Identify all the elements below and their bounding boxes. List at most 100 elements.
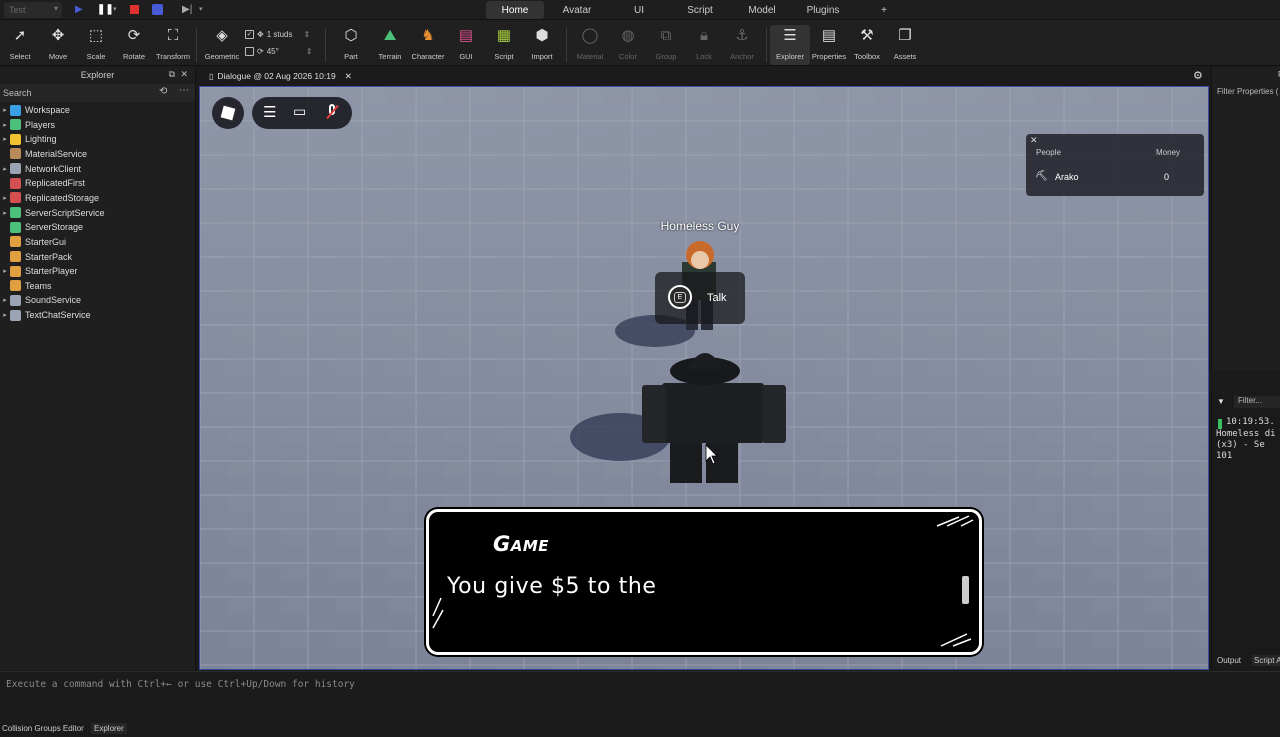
tree-item-starterplayer[interactable]: ▸ StarterPlayer bbox=[0, 264, 196, 278]
dropdown-icon[interactable]: ▾ bbox=[199, 4, 203, 16]
tree-item-startergui[interactable]: StarterGui bbox=[0, 235, 196, 249]
tree-item-lighting[interactable]: ▸ Lighting bbox=[0, 132, 196, 146]
prompt-action-label: Talk bbox=[707, 292, 727, 304]
tree-item-serverscriptservice[interactable]: ▸ ServerScriptService bbox=[0, 206, 196, 220]
pause-icon[interactable]: ❚❚ bbox=[97, 4, 114, 16]
lock-button[interactable]: 🔒︎ Lock bbox=[684, 25, 724, 65]
command-input[interactable] bbox=[6, 677, 606, 691]
color-button[interactable]: ◍ Color bbox=[608, 25, 648, 65]
chat-icon[interactable]: ▭ bbox=[293, 103, 306, 120]
tab-ui[interactable]: UI bbox=[624, 1, 654, 19]
tree-item-soundservice[interactable]: ▸ SoundService bbox=[0, 293, 196, 307]
filter-properties-input[interactable]: Filter Properties ( bbox=[1217, 87, 1278, 96]
tree-item-label: ServerScriptService bbox=[25, 207, 105, 218]
stop-icon[interactable] bbox=[130, 5, 139, 14]
toolbox-button[interactable]: ⚒ Toolbox bbox=[847, 25, 887, 65]
popout-icon[interactable]: ⧉ bbox=[169, 69, 175, 80]
tab-avatar[interactable]: Avatar bbox=[553, 1, 601, 19]
dropdown-icon[interactable]: ▾ bbox=[113, 4, 117, 16]
filter-icon[interactable]: ▼ bbox=[1217, 397, 1225, 406]
expand-arrow-icon[interactable]: ▸ bbox=[0, 165, 10, 173]
play-icon[interactable]: ▶ bbox=[75, 4, 83, 16]
character-button[interactable]: ♞ Character bbox=[408, 25, 448, 65]
part-button[interactable]: ⬡ Part bbox=[331, 25, 371, 65]
group-button[interactable]: ⧉ Group bbox=[646, 25, 686, 65]
script-button[interactable]: ▦ Script bbox=[484, 25, 524, 65]
proximity-prompt[interactable]: E Talk bbox=[655, 272, 745, 324]
tab-model[interactable]: Model bbox=[742, 1, 782, 19]
game-viewport[interactable]: ☰ ▭ ✕ People Money ⛏ Arako 0 Homeless Gu… bbox=[199, 86, 1209, 670]
tab-plugins[interactable]: Plugins bbox=[803, 1, 843, 19]
tab-explorer[interactable]: Explorer bbox=[91, 723, 127, 734]
output-filter-input[interactable]: Filter... bbox=[1234, 396, 1280, 408]
tree-item-replicatedstorage[interactable]: ▸ ReplicatedStorage bbox=[0, 191, 196, 205]
rotate-icon: ⟳ bbox=[127, 27, 141, 44]
tree-item-label: TextChatService bbox=[25, 310, 91, 321]
explorer-button[interactable]: ☰ Explorer bbox=[770, 25, 810, 65]
tree-item-starterpack[interactable]: StarterPack bbox=[0, 250, 196, 264]
transform-tool-button[interactable]: ⛶ Transform bbox=[153, 25, 193, 65]
properties-button[interactable]: ▤ Properties bbox=[809, 25, 849, 65]
tree-item-teams[interactable]: Teams bbox=[0, 279, 196, 293]
add-tab-button[interactable]: + bbox=[876, 1, 892, 19]
more-icon[interactable]: ⋯ bbox=[179, 85, 189, 96]
gui-button[interactable]: ▤ GUI bbox=[446, 25, 486, 65]
stepper-icon[interactable]: ⇕ bbox=[306, 47, 313, 56]
hamburger-menu-icon[interactable]: ☰ bbox=[263, 103, 276, 121]
title-bar: Test ▶ ❚❚ ▾ ▶| ▾ Home Avatar UI Script M… bbox=[0, 0, 1280, 20]
tree-item-textchatservice[interactable]: ▸ TextChatService bbox=[0, 308, 196, 322]
scale-tool-button[interactable]: ⬚ Scale bbox=[76, 25, 116, 65]
close-icon[interactable]: ✕ bbox=[345, 71, 352, 82]
assets-button[interactable]: ❐ Assets bbox=[885, 25, 925, 65]
material-button[interactable]: ◯ Material bbox=[570, 25, 610, 65]
gear-icon[interactable]: ⚙ bbox=[1193, 69, 1203, 82]
expand-arrow-icon[interactable]: ▸ bbox=[0, 267, 10, 275]
tab-output[interactable]: Output bbox=[1217, 656, 1241, 665]
import-button[interactable]: ⬢ Import bbox=[522, 25, 562, 65]
history-icon[interactable]: ⟲ bbox=[159, 86, 167, 97]
cube-icon: ⬡ bbox=[344, 27, 358, 44]
document-tab[interactable]: ▯ Dialogue @ 02 Aug 2026 10:19 ✕ bbox=[207, 68, 354, 84]
snap-move-toggle[interactable]: ✓ ✥ 1 studs ⇕ bbox=[245, 30, 310, 39]
gui-icon: ▤ bbox=[458, 27, 474, 44]
leaderboard-player-name[interactable]: Arako bbox=[1055, 172, 1079, 182]
tab-collision-groups[interactable]: Collision Groups Editor bbox=[2, 724, 84, 733]
tree-item-replicatedfirst[interactable]: ReplicatedFirst bbox=[0, 176, 196, 190]
rotate-tool-button[interactable]: ⟳ Rotate bbox=[114, 25, 154, 65]
tab-script[interactable]: Script bbox=[680, 1, 720, 19]
tree-item-networkclient[interactable]: ▸ NetworkClient bbox=[0, 162, 196, 176]
anchor-button[interactable]: ⚓︎ Anchor bbox=[722, 25, 762, 65]
tab-home[interactable]: Home bbox=[486, 1, 544, 19]
tab-script-analysis[interactable]: Script A bbox=[1252, 655, 1280, 666]
npc-name-label: Homeless Guy bbox=[660, 219, 740, 233]
terrain-button[interactable]: ⛰ Terrain bbox=[370, 25, 410, 65]
roblox-menu-button[interactable] bbox=[212, 97, 244, 129]
tree-item-players[interactable]: ▸ Players bbox=[0, 118, 196, 132]
geometric-button[interactable]: ◈ Geometric bbox=[202, 25, 242, 65]
expand-arrow-icon[interactable]: ▸ bbox=[0, 296, 10, 304]
expand-arrow-icon[interactable]: ▸ bbox=[0, 135, 10, 143]
leaderboard-money-value: 0 bbox=[1164, 172, 1170, 182]
dialogue-scrollbar[interactable] bbox=[962, 576, 969, 604]
expand-arrow-icon[interactable]: ▸ bbox=[0, 106, 10, 114]
expand-arrow-icon[interactable]: ▸ bbox=[0, 121, 10, 129]
tree-item-workspace[interactable]: ▸ Workspace bbox=[0, 103, 196, 117]
snap-rotate-toggle[interactable]: ⟳ 45° ⇕ bbox=[245, 47, 313, 56]
microphone-muted-icon[interactable] bbox=[325, 104, 339, 120]
expand-arrow-icon[interactable]: ▸ bbox=[0, 209, 10, 217]
move-tool-button[interactable]: ✥ Move bbox=[38, 25, 78, 65]
search-input[interactable] bbox=[3, 86, 153, 100]
expand-arrow-icon[interactable]: ▸ bbox=[0, 311, 10, 319]
close-icon[interactable]: ✕ bbox=[180, 69, 188, 80]
stepper-icon[interactable]: ⇕ bbox=[304, 30, 311, 39]
tree-item-materialservice[interactable]: MaterialService bbox=[0, 147, 196, 161]
dialogue-box[interactable]: Game You give $5 to the bbox=[426, 509, 982, 655]
client-server-icon[interactable] bbox=[152, 4, 163, 15]
expand-arrow-icon[interactable]: ▸ bbox=[0, 194, 10, 202]
close-icon[interactable]: ✕ bbox=[1030, 135, 1038, 146]
tree-item-serverstorage[interactable]: ServerStorage bbox=[0, 220, 196, 234]
select-tool-button[interactable]: ➚ Select bbox=[0, 25, 40, 65]
step-icon[interactable]: ▶| bbox=[182, 4, 192, 16]
mode-select[interactable]: Test bbox=[4, 2, 62, 18]
divider bbox=[566, 28, 567, 62]
